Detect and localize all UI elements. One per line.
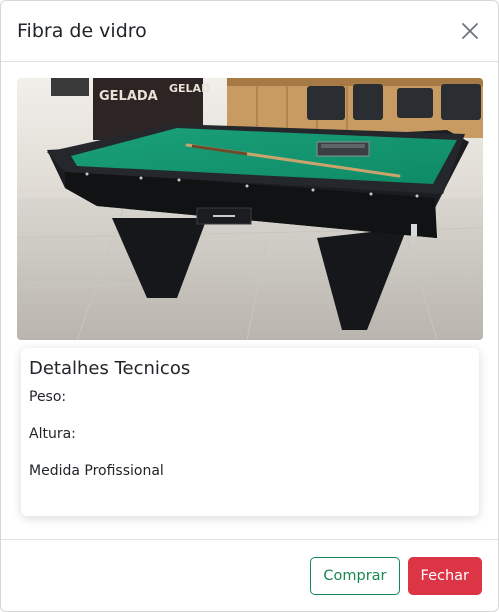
close-button[interactable] <box>458 19 482 43</box>
details-title: Detalhes Tecnicos <box>29 358 191 379</box>
size-label: Medida Profissional <box>29 463 164 479</box>
banner-text-left: GELADA <box>99 89 158 104</box>
modal-title: Fibra de vidro <box>17 20 147 42</box>
height-label: Altura: <box>29 426 76 442</box>
modal-header: Fibra de vidro <box>1 1 498 62</box>
modal-body: GELADA GELAD Detalhes Tecnicos Peso: Alt… <box>1 62 498 540</box>
close-modal-button[interactable]: Fechar <box>407 556 482 595</box>
technical-details-card: Detalhes Tecnicos Peso: Altura: Medida P… <box>21 348 479 516</box>
pool-table-photo: GELADA GELAD <box>17 78 483 340</box>
modal-footer: Comprar Fechar <box>1 539 498 611</box>
close-icon <box>462 23 478 39</box>
banner-text-right: GELAD <box>169 82 210 95</box>
product-modal: Fibra de vidro GELADA GELAD Detalhes Tec… <box>0 0 499 612</box>
weight-label: Peso: <box>29 389 67 405</box>
buy-button[interactable]: Comprar <box>310 556 400 595</box>
